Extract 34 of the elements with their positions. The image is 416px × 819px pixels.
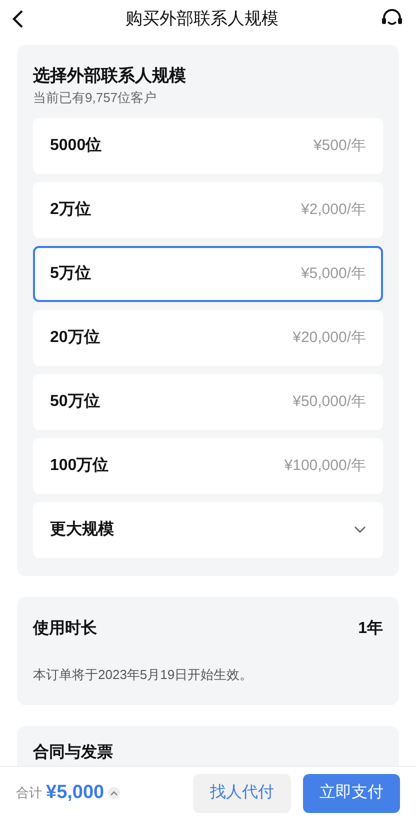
option-label: 更大规模 [50,520,114,540]
pay-for-me-button[interactable]: 找人代付 [193,774,291,812]
total-amount: ¥5,000 [46,780,104,805]
back-icon[interactable] [12,10,24,28]
expand-icon[interactable] [108,787,120,799]
option-label: 5000位 [50,136,102,156]
scale-option[interactable]: 20万位 ¥20,000/年 [33,310,383,366]
effective-date-note: 本订单将于2023年5月19日开始生效。 [33,666,254,684]
option-price: ¥100,000/年 [284,456,366,476]
option-label: 5万位 [50,264,91,284]
scale-option[interactable]: 100万位 ¥100,000/年 [33,438,383,494]
option-label: 2万位 [50,200,91,220]
pay-now-button[interactable]: 立即支付 [303,774,400,812]
scale-option[interactable]: 5000位 ¥500/年 [33,118,383,174]
option-label: 50万位 [50,392,100,412]
chevron-down-icon [354,526,366,534]
option-label: 20万位 [50,328,100,348]
scale-option[interactable]: 更大规模 [33,502,383,558]
total-label: 合计 [16,784,42,802]
scale-option[interactable]: 2万位 ¥2,000/年 [33,182,383,238]
option-price: ¥2,000/年 [300,200,366,220]
section-title: 选择外部联系人规模 [33,65,187,87]
option-price: ¥500/年 [313,136,366,156]
scale-option[interactable]: 50万位 ¥50,000/年 [33,374,383,430]
duration-value: 1年 [358,618,383,639]
option-price: ¥50,000/年 [292,392,366,412]
option-label: 100万位 [50,456,109,476]
customer-count: 当前已有9,757位客户 [33,89,158,107]
duration-label: 使用时长 [33,618,97,639]
option-price: ¥5,000/年 [300,264,366,284]
scale-option[interactable]: 5万位 ¥5,000/年 [33,246,383,302]
section-title: 合同与发票 [33,742,114,762]
page-title: 购买外部联系人规模 [126,8,278,30]
option-price: ¥20,000/年 [292,328,366,348]
